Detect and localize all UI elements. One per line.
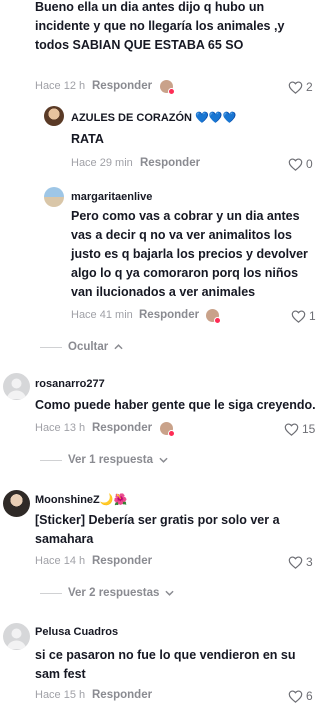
comment-time: Hace 29 min [71,157,133,169]
like-button[interactable]: 15 [284,422,315,436]
view-replies-label: Ver 1 respuesta [68,454,154,466]
reply-button[interactable]: Responder [92,80,152,92]
hide-replies-button[interactable]: Ocultar [40,341,123,353]
comment-text: si ce pasaron no fue lo que vendieron en… [35,648,296,681]
chevron-down-icon [159,457,168,463]
comment-time: Hace 14 h [35,555,86,567]
username[interactable]: rosanarro277 [35,378,105,390]
comment-text: [Sticker] Debería ser gratis por solo ve… [35,513,280,546]
like-button[interactable]: 1 [291,309,316,323]
divider [40,459,62,461]
view-replies-button[interactable]: Ver 2 respuestas [40,587,175,599]
creator-liked-avatar [160,80,175,95]
comment-text: Pero como vas a cobrar y un dia antes va… [71,209,308,299]
heart-icon [288,80,303,94]
reply-button[interactable]: Responder [139,309,199,321]
like-button[interactable]: 6 [288,689,313,703]
chevron-down-icon [165,590,175,596]
like-button[interactable]: 3 [288,555,313,569]
heart-icon [288,555,303,569]
default-avatar-icon [6,378,27,399]
heart-icon [291,309,306,323]
user-avatar[interactable] [44,106,64,126]
user-avatar[interactable] [3,373,30,400]
comment-time: Hace 41 min [71,309,133,321]
comment-text: RATA [71,132,104,146]
heart-icon [288,157,303,171]
reply-button[interactable]: Responder [92,555,152,567]
comment-text: Como puede haber gente que le siga creye… [35,398,316,412]
creator-liked-avatar [160,422,175,437]
like-count: 6 [306,689,313,703]
divider [40,346,62,348]
user-avatar[interactable] [3,490,30,517]
user-avatar[interactable] [44,187,64,207]
like-count: 0 [306,157,313,171]
divider [40,592,62,594]
reply-button[interactable]: Responder [92,689,152,701]
view-replies-label: Ver 2 respuestas [68,587,160,599]
like-button[interactable]: 0 [288,157,313,171]
like-count: 1 [309,309,316,323]
chevron-up-icon [114,344,123,350]
like-button[interactable]: 2 [288,80,313,94]
view-replies-button[interactable]: Ver 1 respuesta [40,454,168,466]
default-avatar-icon [6,628,27,649]
like-count: 15 [302,422,316,436]
comment-time: Hace 12 h [35,80,86,92]
reply-button[interactable]: Responder [92,422,152,434]
username[interactable]: MoonshineZ🌙🌺 [35,493,127,506]
hide-label: Ocultar [68,341,109,353]
username[interactable]: margaritaenlive [71,191,152,203]
comment-time: Hace 15 h [35,689,86,701]
comment-text: Bueno ella un dia antes dijo q hubo un i… [35,0,285,52]
comment-time: Hace 13 h [35,422,86,434]
heart-icon [284,422,299,436]
like-count: 3 [306,555,313,569]
heart-icon [288,689,303,703]
user-avatar[interactable] [3,623,30,650]
username[interactable]: Pelusa Cuadros [35,626,118,638]
like-count: 2 [306,80,313,94]
username[interactable]: AZULES DE CORAZÓN 💙💙💙 [71,111,236,124]
reply-button[interactable]: Responder [140,157,200,169]
creator-liked-avatar [206,309,221,324]
